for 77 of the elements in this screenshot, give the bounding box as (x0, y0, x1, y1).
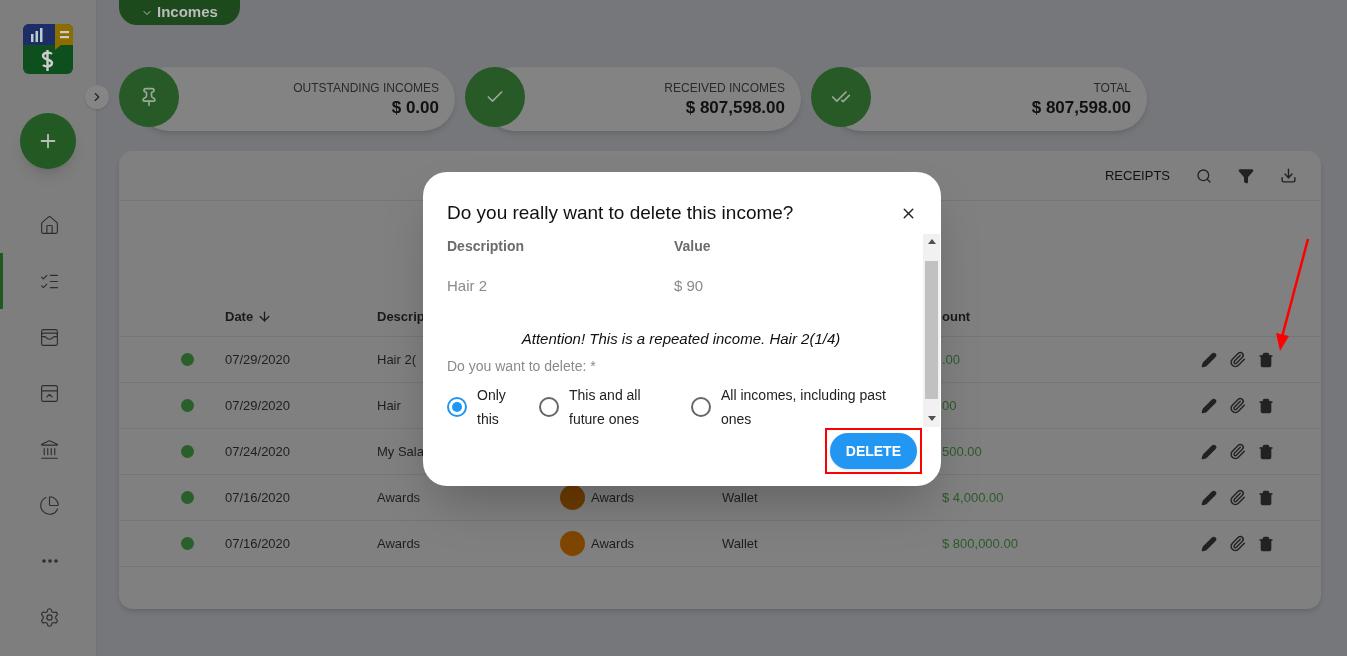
pie-chart-icon (39, 494, 60, 516)
table-cell-text: Awards (377, 534, 421, 553)
summary-label: OUTSTANDING INCOMES (293, 80, 439, 98)
summary-amount: $ 807,598.00 (1031, 97, 1131, 119)
pin-icon (139, 87, 159, 107)
scroll-down-icon[interactable] (927, 416, 936, 421)
amount-cell-text: $ 4,000.00 (942, 488, 1004, 507)
field-value: $ 90 (674, 276, 705, 296)
field-label: Value (674, 237, 712, 256)
logo-icon (23, 24, 73, 74)
column-header[interactable]: ount (942, 306, 971, 327)
delete-question: Do you want to delete: * (447, 357, 597, 376)
delete-icon[interactable] (1258, 489, 1274, 506)
radio-option[interactable]: This and all future ones (539, 383, 675, 427)
summary-label: TOTAL (1093, 80, 1131, 98)
radio-option[interactable]: All incomes, including past ones (691, 383, 891, 427)
column-header[interactable]: Descrip (377, 306, 425, 327)
wallet-icon (39, 326, 60, 348)
table-cell-text: Awards (591, 488, 635, 507)
table-cell: Wallet (722, 535, 758, 551)
attachment-icon[interactable] (1229, 489, 1246, 506)
sort-arrow-icon (257, 309, 273, 324)
attachment-icon[interactable] (1229, 397, 1246, 414)
table-cell-text: 07/29/2020 (225, 396, 291, 415)
table-cell: Wallet (722, 489, 758, 505)
summary-label: RECEIVED INCOMES (664, 80, 785, 98)
attachment-icon[interactable] (1229, 443, 1246, 460)
scrollbar[interactable] (923, 234, 940, 427)
download-icon[interactable] (1280, 167, 1297, 184)
settings-icon (39, 606, 60, 628)
scroll-up-icon[interactable] (927, 239, 936, 244)
amount-cell-text: .00 (942, 350, 961, 369)
table-cell-text: Awards (591, 534, 635, 553)
attachment-icon[interactable] (1229, 351, 1246, 368)
attachment-icon[interactable] (1229, 535, 1246, 552)
edit-icon[interactable] (1201, 535, 1217, 552)
field-value: Hair 2 (447, 276, 488, 296)
delete-icon[interactable] (1258, 397, 1274, 414)
amount-cell-text: 00 (942, 396, 957, 415)
table-cell-text: 07/29/2020 (225, 350, 291, 369)
table-cell-text: Awards (377, 488, 421, 507)
collapse-button[interactable] (85, 85, 109, 109)
home-icon (39, 214, 60, 236)
radio-button[interactable] (539, 397, 559, 417)
amount-cell-text: $ 800,000.00 (942, 534, 1018, 553)
edit-icon[interactable] (1201, 443, 1217, 460)
filter-icon[interactable] (1238, 167, 1254, 184)
table-cell-text: 07/24/2020 (225, 442, 291, 461)
delete-icon[interactable] (1258, 351, 1274, 368)
repeat-notice: Attention! This is a repeated income. Hair 2(1/4) (520, 328, 842, 349)
table-cell-text: Hair 2( (377, 350, 416, 369)
receipts-button[interactable]: RECEIPTS (1105, 165, 1170, 186)
edit-icon[interactable] (1201, 489, 1217, 506)
summary-amount: $ 807,598.00 (685, 97, 785, 119)
panel-icon (39, 382, 60, 404)
radio-option[interactable]: Only this (447, 383, 523, 427)
dialog-title: Do you really want to delete this income? (447, 200, 794, 225)
delete-icon[interactable] (1258, 443, 1274, 460)
more-icon (41, 559, 58, 563)
table-cell-text: My Sala (377, 442, 424, 461)
column-header[interactable]: Date (225, 306, 273, 327)
radio-button[interactable] (691, 397, 711, 417)
delete-icon[interactable] (1258, 535, 1274, 552)
summary-amount: $ 0.00 (391, 97, 439, 119)
delete-button[interactable]: DELETE (829, 433, 917, 469)
edit-icon[interactable] (1201, 397, 1217, 414)
radio-button[interactable] (447, 397, 467, 417)
search-icon[interactable] (1196, 167, 1212, 184)
edit-icon[interactable] (1201, 351, 1217, 368)
incomes-button[interactable]: Incomes (119, 0, 240, 25)
table-cell-text: 07/16/2020 (225, 488, 291, 507)
amount-cell-text: 500.00 (942, 442, 982, 461)
scrollbar-thumb[interactable] (925, 261, 938, 399)
table-cell-text: Hair (377, 396, 401, 415)
bank-icon (39, 438, 60, 460)
table-cell-text: 07/16/2020 (225, 534, 291, 553)
field-label: Description (447, 237, 525, 256)
